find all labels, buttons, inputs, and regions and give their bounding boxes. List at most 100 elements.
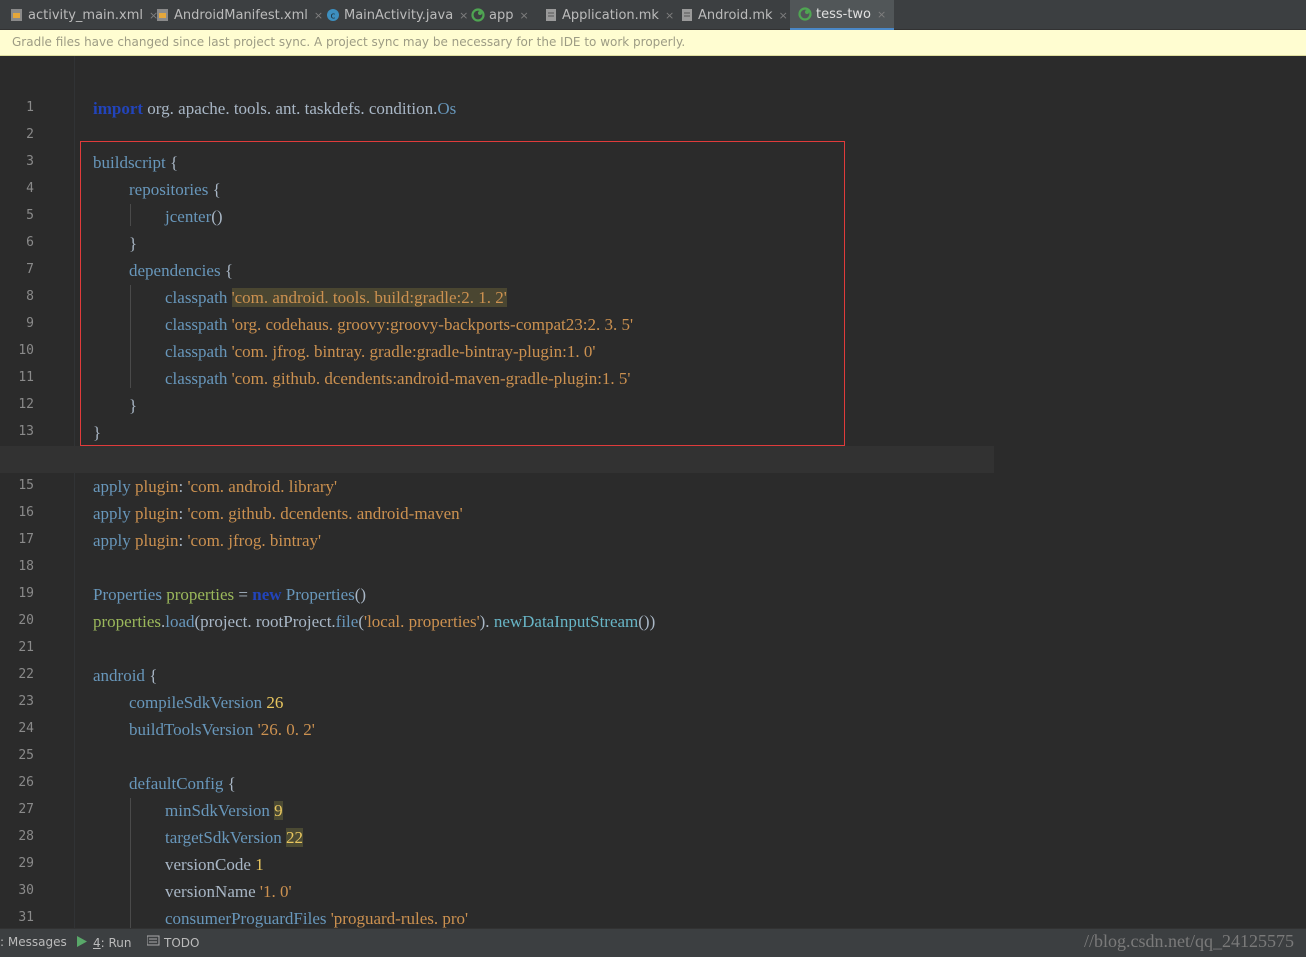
xml-file-icon bbox=[10, 8, 24, 22]
run-label: : Run bbox=[100, 936, 132, 950]
line-number: 9 bbox=[26, 316, 34, 331]
watermark-text: //blog.csdn.net/qq_24125575 bbox=[1084, 931, 1294, 951]
tab-label: AndroidManifest.xml bbox=[174, 7, 308, 23]
code-line-7: dependencies { bbox=[129, 261, 233, 280]
code-line-19: Properties properties = new Properties() bbox=[93, 585, 367, 604]
code-line-13: } bbox=[93, 423, 102, 442]
tab-label: activity_main.xml bbox=[28, 7, 144, 23]
line-number: 5 bbox=[26, 208, 34, 223]
line-number: 19 bbox=[18, 586, 34, 601]
indent-guide bbox=[130, 285, 131, 388]
code-line-9: classpath 'org. codehaus. groovy:groovy-… bbox=[165, 315, 634, 334]
line-number: 2 bbox=[26, 127, 34, 142]
tab-android-mk[interactable]: Android.mk × bbox=[680, 0, 788, 30]
tab-activity-main-xml[interactable]: activity_main.xml × bbox=[10, 0, 158, 30]
code-line-4: repositories { bbox=[129, 180, 221, 199]
line-number: 29 bbox=[18, 856, 34, 871]
close-icon[interactable]: × bbox=[665, 9, 674, 22]
code-line-12: } bbox=[129, 396, 138, 415]
messages-label: : Messages bbox=[0, 935, 67, 949]
gradle-icon bbox=[798, 7, 812, 21]
code-line-23: compileSdkVersion 26 bbox=[129, 693, 284, 712]
run-tool-button[interactable]: 4: Run bbox=[76, 935, 132, 951]
code-line-28: targetSdkVersion 22 bbox=[165, 828, 304, 847]
current-line-highlight bbox=[0, 446, 994, 473]
code-line-24: buildToolsVersion '26. 0. 2' bbox=[129, 720, 315, 739]
close-icon[interactable]: × bbox=[519, 9, 528, 22]
todo-icon bbox=[146, 935, 160, 950]
line-number: 24 bbox=[18, 721, 34, 736]
indent-guide bbox=[130, 204, 131, 226]
line-number: 3 bbox=[26, 154, 34, 169]
close-icon[interactable]: × bbox=[314, 9, 323, 22]
svg-text:c: c bbox=[331, 12, 336, 22]
todo-label: TODO bbox=[164, 935, 200, 950]
messages-tool-button[interactable]: : Messages bbox=[0, 935, 67, 949]
line-number: 10 bbox=[18, 343, 34, 358]
code-editor[interactable]: 1234567891011121314151617181920212223242… bbox=[0, 56, 1306, 928]
java-class-icon: c bbox=[326, 8, 340, 22]
code-line-10: classpath 'com. jfrog. bintray. gradle:g… bbox=[165, 342, 596, 361]
tab-application-mk[interactable]: Application.mk × bbox=[544, 0, 674, 30]
code-line-30: versionName '1. 0' bbox=[165, 882, 292, 901]
text-file-icon bbox=[544, 8, 558, 22]
gradle-sync-notice: Gradle files have changed since last pro… bbox=[0, 30, 1306, 56]
tab-label: tess-two bbox=[816, 6, 872, 22]
code-line-31: consumerProguardFiles 'proguard-rules. p… bbox=[165, 909, 469, 928]
code-line-11: classpath 'com. github. dcendents:androi… bbox=[165, 369, 631, 388]
text-file-icon bbox=[680, 8, 694, 22]
line-number-gutter: 1234567891011121314151617181920212223242… bbox=[0, 56, 75, 928]
line-number: 26 bbox=[18, 775, 34, 790]
code-line-20: properties.load(project. rootProject.fil… bbox=[93, 612, 656, 631]
line-number: 22 bbox=[18, 667, 34, 682]
run-icon bbox=[76, 935, 88, 951]
tab-label: MainActivity.java bbox=[344, 7, 454, 23]
run-mnemonic: 4 bbox=[93, 936, 101, 950]
manifest-file-icon bbox=[156, 8, 170, 22]
line-number: 17 bbox=[18, 532, 34, 547]
code-line-3: buildscript { bbox=[93, 153, 179, 172]
line-number: 31 bbox=[18, 910, 34, 925]
tab-label: Android.mk bbox=[698, 7, 773, 23]
line-number: 1 bbox=[26, 100, 34, 115]
gradle-icon bbox=[471, 8, 485, 22]
line-number: 7 bbox=[26, 262, 34, 277]
line-number: 18 bbox=[18, 559, 34, 574]
indent-guide bbox=[130, 798, 131, 928]
notice-text: Gradle files have changed since last pro… bbox=[12, 35, 686, 49]
code-line-16: apply plugin: 'com. github. dcendents. a… bbox=[93, 504, 463, 523]
tab-label: app bbox=[489, 7, 514, 23]
editor-tab-bar: activity_main.xml × AndroidManifest.xml … bbox=[0, 0, 1306, 30]
tab-androidmanifest-xml[interactable]: AndroidManifest.xml × bbox=[156, 0, 323, 30]
tab-tess-two[interactable]: tess-two × bbox=[790, 0, 895, 30]
line-number: 27 bbox=[18, 802, 34, 817]
tool-window-bar: : Messages 4: Run TODO //blog.csdn.net/q… bbox=[0, 928, 1306, 957]
todo-tool-button[interactable]: TODO bbox=[146, 935, 200, 950]
code-line-1: import org. apache. tools. ant. taskdefs… bbox=[93, 99, 457, 118]
code-line-5: jcenter() bbox=[165, 207, 223, 226]
line-number: 20 bbox=[18, 613, 34, 628]
line-number: 13 bbox=[18, 424, 34, 439]
tab-mainactivity-java[interactable]: c MainActivity.java × bbox=[326, 0, 468, 30]
code-line-15: apply plugin: 'com. android. library' bbox=[93, 477, 338, 496]
line-number: 12 bbox=[18, 397, 34, 412]
tab-app[interactable]: app × bbox=[471, 0, 529, 30]
line-number: 8 bbox=[26, 289, 34, 304]
tab-label: Application.mk bbox=[562, 7, 659, 23]
line-number: 16 bbox=[18, 505, 34, 520]
line-number: 23 bbox=[18, 694, 34, 709]
line-number: 11 bbox=[18, 370, 34, 385]
line-number: 28 bbox=[18, 829, 34, 844]
close-icon[interactable]: × bbox=[459, 9, 468, 22]
line-number: 30 bbox=[18, 883, 34, 898]
code-line-26: defaultConfig { bbox=[129, 774, 236, 793]
line-number: 6 bbox=[26, 235, 34, 250]
line-number: 15 bbox=[18, 478, 34, 493]
line-number: 21 bbox=[18, 640, 34, 655]
line-number: 4 bbox=[26, 181, 34, 196]
code-line-17: apply plugin: 'com. jfrog. bintray' bbox=[93, 531, 322, 550]
line-number: 25 bbox=[18, 748, 34, 763]
close-icon[interactable]: × bbox=[779, 9, 788, 22]
code-line-27: minSdkVersion 9 bbox=[165, 801, 283, 820]
close-icon[interactable]: × bbox=[877, 8, 886, 21]
